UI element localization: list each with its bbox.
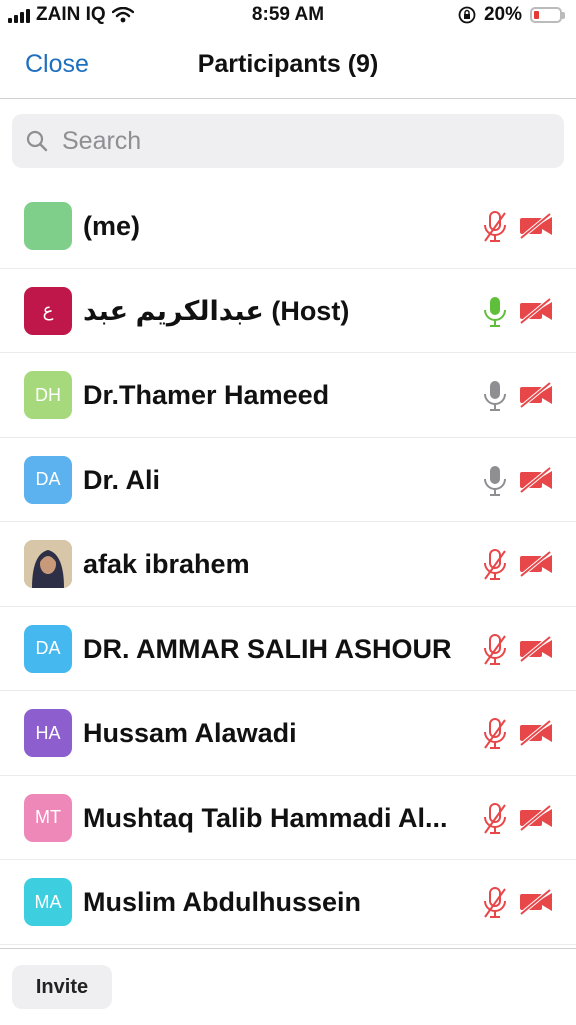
video-off-icon: [518, 212, 554, 240]
participant-name: DR. AMMAR SALIH ASHOUR: [83, 633, 452, 664]
participant-name: (me): [83, 211, 141, 241]
mic-muted-icon: [482, 210, 508, 244]
video-off-icon: [518, 803, 554, 832]
mic-icon: [482, 464, 508, 498]
avatar: DA: [24, 624, 72, 673]
participant-name: Hussam Alawadi: [83, 718, 297, 748]
mic-muted-icon: [482, 548, 508, 582]
avatar: [24, 540, 72, 588]
participant-row[interactable]: (me): [0, 184, 576, 269]
avatar: MT: [24, 793, 72, 842]
page-title: Participants (9): [197, 50, 379, 78]
mic-muted-icon: [482, 802, 508, 836]
participant-row[interactable]: DA Dr. Ali: [0, 438, 576, 522]
invite-button[interactable]: Invite: [12, 965, 112, 1009]
avatar: MA: [24, 878, 72, 926]
battery-percent: 20%: [483, 4, 522, 25]
participant-row[interactable]: MT Mushtaq Talib Hammadi Al...: [0, 776, 576, 860]
participant-list: (me) ع عبدالكريم عبد (Host) DH Dr.Thamer Ham…: [0, 184, 576, 945]
participant-row[interactable]: ع عبدالكريم عبد (Host): [0, 269, 576, 353]
video-off-icon: [518, 550, 554, 578]
avatar: ع: [24, 286, 72, 335]
mic-icon: [482, 295, 508, 329]
participant-name: عبدالكريم عبد (Host): [83, 295, 350, 326]
participant-row[interactable]: DH Dr.Thamer Hameed: [0, 353, 576, 438]
video-off-icon: [518, 634, 554, 663]
mic-icon: [482, 379, 508, 413]
status-bar: ZAIN IQ 8:59 AM 20%: [0, 0, 576, 34]
search-icon: [26, 130, 48, 152]
video-off-icon: [518, 296, 554, 325]
search-input[interactable]: [60, 125, 534, 157]
participant-name: Dr.Thamer Hameed: [83, 380, 330, 410]
orientation-lock-icon: [458, 6, 476, 24]
search-bar[interactable]: [12, 114, 564, 168]
bottom-bar: Invite: [0, 948, 576, 1025]
avatar: [24, 202, 72, 250]
mic-muted-icon: [482, 633, 508, 667]
status-right: 20%: [458, 4, 565, 26]
participant-name: Mushtaq Talib Hammadi Al...: [83, 802, 448, 833]
participant-row[interactable]: afak ibrahem: [0, 522, 576, 607]
nav-bar: Close Participants (9): [0, 34, 576, 99]
avatar: HA: [24, 709, 72, 757]
video-off-icon: [518, 465, 554, 494]
mic-muted-icon: [482, 717, 508, 751]
video-off-icon: [518, 888, 554, 916]
mic-muted-icon: [482, 886, 508, 920]
video-off-icon: [518, 719, 554, 747]
participant-row[interactable]: HA Hussam Alawadi: [0, 691, 576, 776]
participant-name: afak ibrahem: [83, 549, 250, 579]
participant-row[interactable]: DA DR. AMMAR SALIH ASHOUR: [0, 607, 576, 691]
avatar: DA: [24, 455, 72, 504]
participant-name: Dr. Ali: [83, 464, 161, 495]
video-off-icon: [518, 381, 554, 409]
avatar: DH: [24, 371, 72, 419]
battery-icon: [530, 7, 565, 23]
participant-row[interactable]: MA Muslim Abdulhussein: [0, 860, 576, 945]
participant-name: Muslim Abdulhussein: [83, 887, 362, 917]
